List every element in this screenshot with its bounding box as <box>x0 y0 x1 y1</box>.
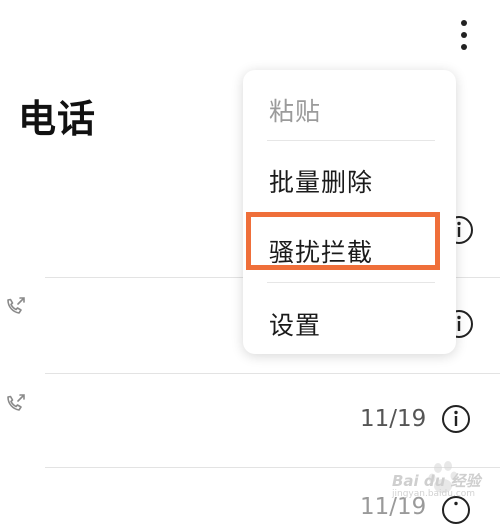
call-date: 11/19 <box>360 406 427 432</box>
outgoing-call-icon <box>7 394 25 411</box>
info-icon[interactable] <box>441 404 471 434</box>
menu-item-batch-delete[interactable]: 批量删除 <box>269 163 373 199</box>
highlight-box <box>246 212 440 270</box>
menu-divider <box>267 140 435 141</box>
menu-item-settings[interactable]: 设置 <box>269 306 321 342</box>
divider <box>45 373 500 374</box>
watermark-url: jingyan.baidu.com <box>392 489 476 499</box>
outgoing-call-icon <box>7 297 25 314</box>
menu-item-paste[interactable]: 粘贴 <box>269 92 321 128</box>
more-vertical-icon <box>461 20 467 26</box>
menu-divider <box>267 282 435 283</box>
watermark-logo: Bai du 经验 <box>392 472 481 490</box>
more-options-button[interactable] <box>452 18 476 52</box>
page-title: 电话 <box>18 97 97 141</box>
